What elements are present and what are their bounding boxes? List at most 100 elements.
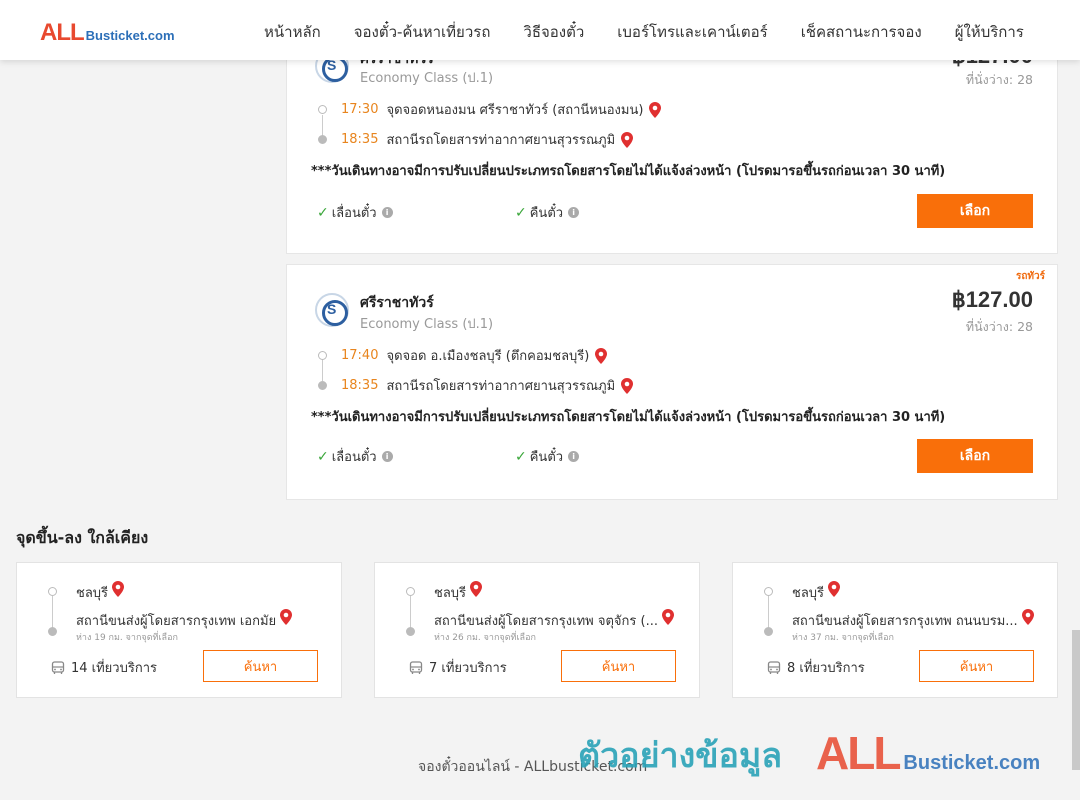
trip-note: ***วันเดินทางอาจมีการปรับเปลี่ยนประเภทรถ… bbox=[311, 410, 946, 425]
origin-dot-icon bbox=[406, 587, 415, 596]
watermark-logo-all: ALL bbox=[816, 727, 901, 779]
destination-dot-icon bbox=[406, 627, 415, 636]
refund-ticket-policy[interactable]: ✓ คืนตั๋ว i bbox=[515, 202, 580, 223]
map-pin-icon[interactable] bbox=[470, 581, 483, 597]
nearby-origin: ชลบุรี bbox=[76, 581, 125, 603]
nearby-trips: 8 เที่ยวบริการ bbox=[767, 657, 865, 678]
site-logo[interactable]: ALL Busticket.com bbox=[40, 19, 175, 47]
scrollbar-thumb[interactable] bbox=[1072, 630, 1080, 770]
nearby-search-button[interactable]: ค้นหา bbox=[919, 650, 1034, 682]
check-icon: ✓ bbox=[515, 448, 527, 465]
check-icon: ✓ bbox=[317, 204, 329, 221]
depart-dot-icon bbox=[318, 351, 327, 360]
nearby-distance: ห่าง 19 กม. จากจุดที่เลือก bbox=[76, 633, 178, 643]
depart-time: 17:40 bbox=[341, 348, 379, 363]
route-line bbox=[52, 596, 53, 630]
watermark-logo-rest: Busticket.com bbox=[903, 752, 1041, 774]
nearby-trips-label: 7 เที่ยวบริการ bbox=[429, 661, 507, 676]
arrive-stop: 18:35 สถานีรถโดยสารท่าอากาศยานสุวรรณภูมิ bbox=[318, 375, 634, 396]
arrive-stop: 18:35 สถานีรถโดยสารท่าอากาศยานสุวรรณภูมิ bbox=[318, 129, 634, 150]
depart-time: 17:30 bbox=[341, 102, 379, 117]
nearby-trips-label: 8 เที่ยวบริการ bbox=[787, 661, 865, 676]
map-pin-icon[interactable] bbox=[662, 609, 675, 625]
trip-note: ***วันเดินทางอาจมีการปรับเปลี่ยนประเภทรถ… bbox=[311, 164, 946, 179]
change-ticket-policy[interactable]: ✓ เลื่อนตั๋ว i bbox=[317, 446, 393, 467]
change-ticket-policy[interactable]: ✓ เลื่อนตั๋ว i bbox=[317, 202, 393, 223]
nearby-destination-label: สถานีขนส่งผู้โดยสารกรุงเทพ ถนนบรม... bbox=[792, 614, 1018, 629]
change-ticket-label: เลื่อนตั๋ว bbox=[331, 450, 377, 465]
arrive-dot-icon bbox=[318, 381, 327, 390]
nearby-search-button[interactable]: ค้นหา bbox=[203, 650, 318, 682]
refund-ticket-policy[interactable]: ✓ คืนตั๋ว i bbox=[515, 446, 580, 467]
nearby-distance: ห่าง 26 กม. จากจุดที่เลือก bbox=[434, 633, 536, 643]
refund-ticket-label: คืนตั๋ว bbox=[529, 206, 564, 221]
arrive-place: สถานีรถโดยสารท่าอากาศยานสุวรรณภูมิ bbox=[386, 379, 616, 394]
destination-dot-icon bbox=[764, 627, 773, 636]
arrive-dot-icon bbox=[318, 135, 327, 144]
nearby-card: ชลบุรี สถานีขนส่งผู้โดยสารกรุงเทพ ถนนบรม… bbox=[732, 562, 1058, 698]
map-pin-icon[interactable] bbox=[621, 377, 634, 394]
operator-logo-icon bbox=[315, 293, 349, 327]
nearby-origin-label: ชลบุรี bbox=[792, 586, 825, 601]
nearby-search-button[interactable]: ค้นหา bbox=[561, 650, 676, 682]
nav-booking-status[interactable]: เช็คสถานะการจอง bbox=[801, 20, 922, 44]
nearby-distance: ห่าง 37 กม. จากจุดที่เลือก bbox=[792, 633, 894, 643]
depart-place: จุดจอดหนองมน ศรีราชาทัวร์ (สถานีหนองมน) bbox=[386, 103, 644, 118]
nav-contact[interactable]: เบอร์โทรและเคาน์เตอร์ bbox=[617, 20, 767, 44]
destination-dot-icon bbox=[48, 627, 57, 636]
nearby-destination: สถานีขนส่งผู้โดยสารกรุงเทพ จตุจักร (... bbox=[434, 609, 675, 631]
map-pin-icon[interactable] bbox=[621, 131, 634, 148]
nav-home[interactable]: หน้าหลัก bbox=[264, 20, 321, 44]
nearby-destination-label: สถานีขนส่งผู้โดยสารกรุงเทพ จตุจักร (... bbox=[434, 614, 658, 629]
arrive-time: 18:35 bbox=[341, 378, 379, 393]
info-icon[interactable]: i bbox=[381, 207, 393, 218]
nearby-section-title: จุดขึ้น-ลง ใกล้เคียง bbox=[16, 528, 149, 547]
trip-card: รถทัวร์ ศรีราชาทัวร์ Economy Class (ป.1)… bbox=[286, 264, 1058, 500]
nav-operators[interactable]: ผู้ให้บริการ bbox=[955, 20, 1024, 44]
bus-class: Economy Class (ป.1) bbox=[360, 71, 494, 86]
nearby-trips: 7 เที่ยวบริการ bbox=[409, 657, 507, 678]
nearby-card: ชลบุรี สถานีขนส่งผู้โดยสารกรุงเทพ เอกมัย… bbox=[16, 562, 342, 698]
nav-how-to-book[interactable]: วิธีจองตั๋ว bbox=[523, 20, 584, 44]
depart-dot-icon bbox=[318, 105, 327, 114]
logo-rest: Busticket.com bbox=[85, 28, 175, 43]
nearby-origin-label: ชลบุรี bbox=[434, 586, 467, 601]
nearby-origin: ชลบุรี bbox=[434, 581, 483, 603]
main-nav: หน้าหลัก จองตั๋ว-ค้นหาเที่ยวรถ วิธีจองตั… bbox=[264, 20, 1057, 44]
nearby-destination: สถานีขนส่งผู้โดยสารกรุงเทพ ถนนบรม... bbox=[792, 609, 1034, 631]
nav-book-search[interactable]: จองตั๋ว-ค้นหาเที่ยวรถ bbox=[354, 20, 491, 44]
bus-class: Economy Class (ป.1) bbox=[360, 317, 494, 332]
change-ticket-label: เลื่อนตั๋ว bbox=[331, 206, 377, 221]
select-trip-button[interactable]: เลือก bbox=[917, 194, 1033, 228]
nearby-destination: สถานีขนส่งผู้โดยสารกรุงเทพ เอกมัย bbox=[76, 609, 293, 631]
trip-card: ศรีราชาทัวร์ Economy Class (ป.1) ฿127.00… bbox=[286, 30, 1058, 254]
route-line bbox=[410, 596, 411, 630]
info-icon[interactable]: i bbox=[568, 207, 580, 218]
check-icon: ✓ bbox=[515, 204, 527, 221]
check-icon: ✓ bbox=[317, 448, 329, 465]
logo-all: ALL bbox=[40, 19, 85, 46]
nearby-trips: 14 เที่ยวบริการ bbox=[51, 657, 157, 678]
trip-price: ฿127.00 bbox=[951, 287, 1033, 312]
map-pin-icon[interactable] bbox=[649, 101, 662, 118]
bus-icon bbox=[409, 660, 423, 674]
route-line bbox=[768, 596, 769, 630]
info-icon[interactable]: i bbox=[381, 451, 393, 462]
nearby-card: ชลบุรี สถานีขนส่งผู้โดยสารกรุงเทพ จตุจัก… bbox=[374, 562, 700, 698]
map-pin-icon[interactable] bbox=[595, 347, 608, 364]
select-trip-button[interactable]: เลือก bbox=[917, 439, 1033, 473]
map-pin-icon[interactable] bbox=[828, 581, 841, 597]
map-pin-icon[interactable] bbox=[1021, 609, 1034, 625]
watermark-logo: ALL Busticket.com bbox=[816, 726, 1040, 780]
seats-available: ที่นั่งว่าง: 28 bbox=[965, 319, 1033, 334]
depart-stop: 17:40 จุดจอด อ.เมืองชลบุรี (ตึกคอมชลบุรี… bbox=[318, 345, 608, 366]
sample-data-watermark: ตัวอย่างข้อมูล bbox=[578, 736, 783, 776]
map-pin-icon[interactable] bbox=[112, 581, 125, 597]
info-icon[interactable]: i bbox=[568, 451, 580, 462]
depart-place: จุดจอด อ.เมืองชลบุรี (ตึกคอมชลบุรี) bbox=[386, 349, 590, 364]
map-pin-icon[interactable] bbox=[280, 609, 293, 625]
site-header: ALL Busticket.com หน้าหลัก จองตั๋ว-ค้นหา… bbox=[0, 0, 1080, 60]
arrive-time: 18:35 bbox=[341, 132, 379, 147]
nearby-origin: ชลบุรี bbox=[792, 581, 841, 603]
seats-available: ที่นั่งว่าง: 28 bbox=[965, 72, 1033, 87]
